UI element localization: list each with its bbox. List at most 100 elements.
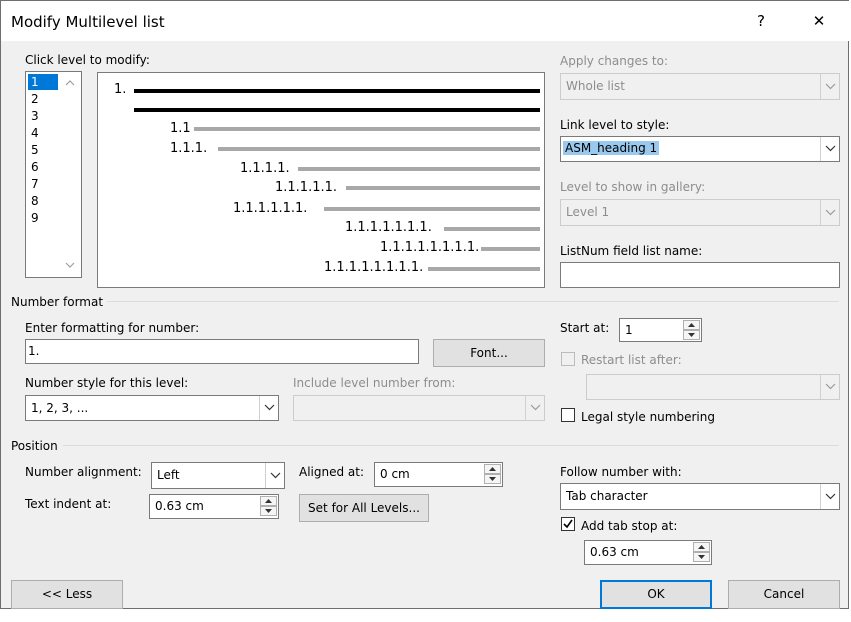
font-button[interactable]: Font... xyxy=(433,339,545,367)
level-item[interactable]: 3 xyxy=(28,108,58,124)
follow-number-value: Tab character xyxy=(566,489,648,503)
legal-style-checkbox[interactable] xyxy=(561,408,575,422)
preview-number-level-6: 1.1.1.1.1.1. xyxy=(233,201,308,216)
preview-line xyxy=(346,186,540,190)
gallery-level-dropdown[interactable] xyxy=(820,200,839,225)
apply-changes-combo[interactable]: Whole list xyxy=(560,73,840,100)
chevron-down-icon xyxy=(530,404,541,411)
scroll-up-icon[interactable] xyxy=(65,80,75,86)
start-at-label: Start at: xyxy=(560,321,610,335)
ok-button[interactable]: OK xyxy=(600,580,712,609)
spin-down-button[interactable] xyxy=(683,330,700,340)
chevron-down-icon xyxy=(270,472,281,478)
restart-list-combo[interactable] xyxy=(586,374,840,400)
chevron-down-icon xyxy=(825,83,836,89)
number-style-dropdown[interactable] xyxy=(259,396,278,420)
level-item[interactable]: 9 xyxy=(28,210,58,226)
number-alignment-combo[interactable]: Left xyxy=(151,462,285,489)
less-button[interactable]: << Less xyxy=(11,580,123,609)
position-heading: Position xyxy=(11,439,58,453)
number-alignment-dropdown[interactable] xyxy=(265,463,284,488)
chevron-down-icon xyxy=(825,145,836,152)
number-format-input[interactable]: 1. xyxy=(25,339,419,364)
tab-stop-spinner[interactable]: 0.63 cm xyxy=(584,540,712,565)
number-style-combo[interactable]: 1, 2, 3, ... xyxy=(25,395,279,421)
preview-line xyxy=(324,207,540,211)
spin-down-button[interactable] xyxy=(260,506,277,516)
arrow-down-icon xyxy=(265,509,272,513)
follow-number-dropdown[interactable] xyxy=(820,484,839,509)
link-level-dropdown[interactable] xyxy=(820,137,839,161)
help-button[interactable]: ? xyxy=(749,10,773,32)
include-level-combo[interactable] xyxy=(293,395,545,421)
preview-number-level-2: 1.1 xyxy=(170,121,191,136)
listnum-input[interactable] xyxy=(560,262,840,288)
chevron-down-icon xyxy=(264,404,275,411)
apply-changes-dropdown[interactable] xyxy=(820,74,839,99)
legal-style-label: Legal style numbering xyxy=(581,410,715,424)
gallery-level-value: Level 1 xyxy=(566,205,610,219)
number-alignment-value: Left xyxy=(157,468,180,482)
restart-list-checkbox[interactable] xyxy=(561,352,575,366)
close-button[interactable]: ✕ xyxy=(807,10,831,32)
enter-formatting-label: Enter formatting for number: xyxy=(25,321,200,335)
number-format-value: 1. xyxy=(28,344,40,358)
start-at-spinner[interactable]: 1 xyxy=(619,318,702,342)
preview-number-level-1: 1. xyxy=(114,82,127,97)
arrow-down-icon xyxy=(698,555,705,559)
aligned-at-spinner[interactable]: 0 cm xyxy=(374,462,503,487)
tab-stop-value: 0.63 cm xyxy=(590,545,639,559)
restart-list-dropdown[interactable] xyxy=(820,375,839,399)
preview-line xyxy=(194,127,540,131)
scroll-down-icon[interactable] xyxy=(65,262,75,268)
preview-line xyxy=(298,167,540,171)
preview-number-level-9: 1.1.1.1.1.1.1.1. xyxy=(324,260,424,275)
divider xyxy=(63,445,839,446)
arrow-up-icon xyxy=(489,467,496,471)
spin-up-button[interactable] xyxy=(260,496,277,506)
level-item[interactable]: 6 xyxy=(28,159,58,175)
aligned-at-value: 0 cm xyxy=(380,467,410,481)
level-list-scrollbar[interactable] xyxy=(59,72,81,277)
spin-up-button[interactable] xyxy=(683,320,700,330)
preview-line xyxy=(428,267,540,271)
preview-line xyxy=(134,89,540,93)
arrow-down-icon xyxy=(489,477,496,481)
background-document-strip xyxy=(0,609,851,622)
add-tab-stop-label: Add tab stop at: xyxy=(581,519,678,533)
listnum-label: ListNum field list name: xyxy=(560,244,703,258)
spin-up-button[interactable] xyxy=(484,464,501,474)
level-item[interactable]: 8 xyxy=(28,193,58,209)
gallery-level-combo[interactable]: Level 1 xyxy=(560,199,840,226)
number-alignment-label: Number alignment: xyxy=(25,465,142,479)
spin-up-button[interactable] xyxy=(693,542,710,552)
cancel-button[interactable]: Cancel xyxy=(728,580,840,609)
preview-number-level-5: 1.1.1.1.1. xyxy=(275,180,338,195)
arrow-up-icon xyxy=(688,323,695,327)
link-level-value[interactable]: ASM_heading 1 xyxy=(563,141,660,155)
link-level-combo[interactable]: ASM_heading 1 xyxy=(560,136,840,162)
preview-number-level-8: 1.1.1.1.1.1.1.1. xyxy=(380,240,480,255)
follow-number-combo[interactable]: Tab character xyxy=(560,483,840,510)
preview-number-level-7: 1.1.1.1.1.1.1. xyxy=(345,220,432,235)
level-item[interactable]: 2 xyxy=(28,91,58,107)
text-indent-spinner[interactable]: 0.63 cm xyxy=(149,494,279,519)
spin-down-button[interactable] xyxy=(693,552,710,562)
level-item[interactable]: 5 xyxy=(28,142,58,158)
text-indent-label: Text indent at: xyxy=(25,497,112,511)
level-list-label: Click level to modify: xyxy=(25,53,150,67)
list-preview: 1. 1.1 1.1.1. 1.1.1.1. 1.1.1.1.1. 1.1.1.… xyxy=(97,72,545,288)
set-for-all-levels-button[interactable]: Set for All Levels... xyxy=(299,494,429,522)
restart-list-label: Restart list after: xyxy=(581,353,682,367)
level-item[interactable]: 7 xyxy=(28,176,58,192)
spin-down-button[interactable] xyxy=(484,474,501,484)
include-level-dropdown[interactable] xyxy=(525,396,544,420)
add-tab-stop-checkbox[interactable] xyxy=(561,517,575,531)
level-item[interactable]: 1 xyxy=(28,74,58,90)
apply-changes-label: Apply changes to: xyxy=(560,54,669,68)
number-style-value: 1, 2, 3, ... xyxy=(31,401,89,415)
preview-line xyxy=(481,247,540,251)
modify-multilevel-list-dialog: Modify Multilevel list ? ✕ Click level t… xyxy=(0,0,850,609)
dialog-title: Modify Multilevel list xyxy=(11,13,165,31)
level-item[interactable]: 4 xyxy=(28,125,58,141)
